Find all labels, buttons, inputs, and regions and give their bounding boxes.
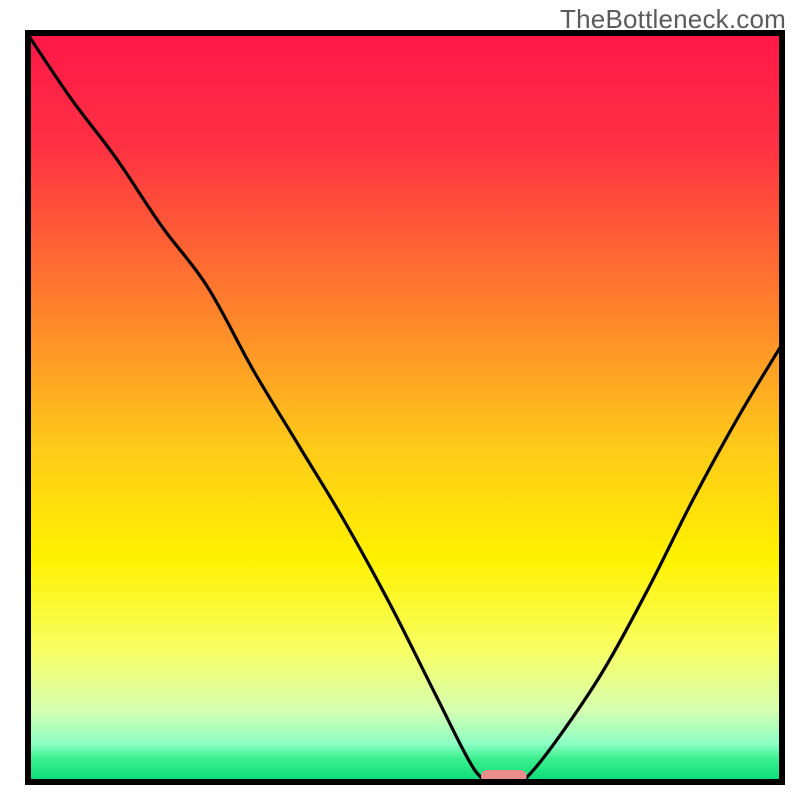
- chart-container: TheBottleneck.com: [0, 0, 800, 800]
- gradient-background: [25, 30, 785, 785]
- bottleneck-chart: [0, 0, 800, 800]
- watermark-text: TheBottleneck.com: [560, 4, 786, 35]
